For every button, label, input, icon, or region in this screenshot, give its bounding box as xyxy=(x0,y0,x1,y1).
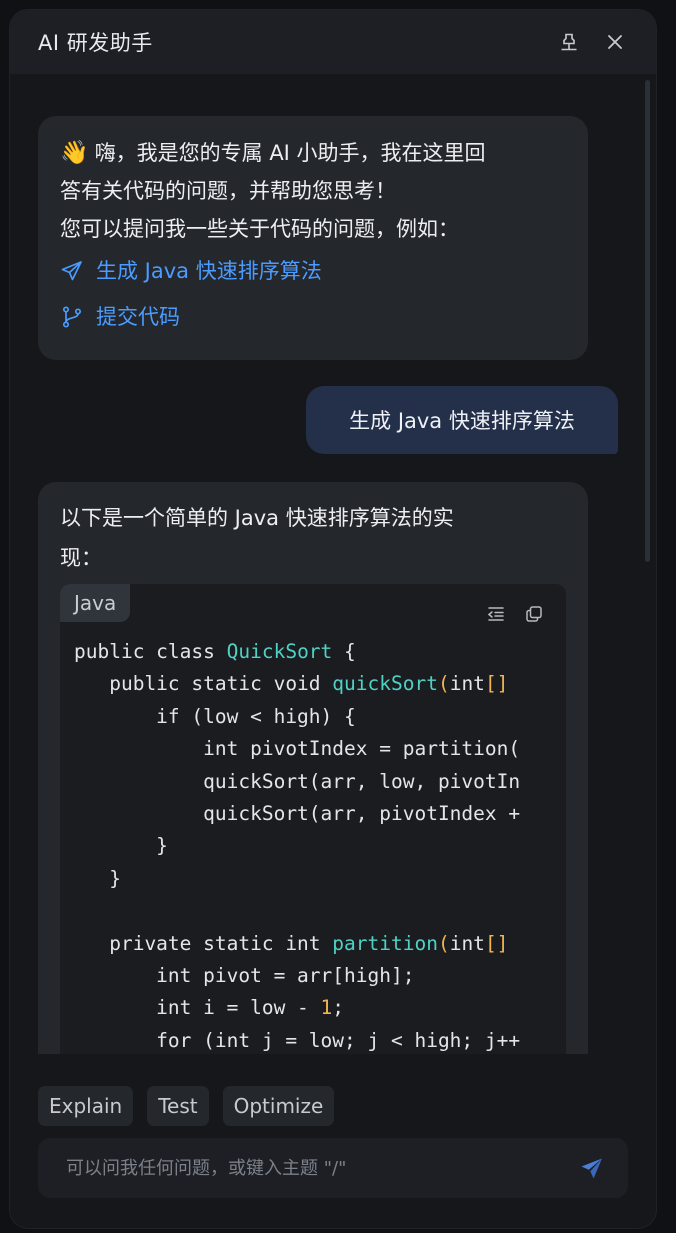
window-title: AI 研发助手 xyxy=(38,31,153,55)
optimize-button[interactable]: Optimize xyxy=(222,1086,335,1126)
test-button[interactable]: Test xyxy=(147,1086,209,1126)
welcome-line-1: 👋 嗨，我是您的专属 AI 小助手，我在这里回 xyxy=(60,140,486,166)
close-icon xyxy=(608,35,622,49)
suggestion-label: 提交代码 xyxy=(96,305,180,329)
welcome-line-2: 答有关代码的问题，并帮助您思考！ xyxy=(60,179,396,203)
code-block: Java public class QuickSort { public sta… xyxy=(60,584,566,1054)
send-button[interactable] xyxy=(580,1156,604,1180)
pin-icon xyxy=(561,33,577,51)
title-bar: AI 研发助手 xyxy=(10,10,656,74)
suggestion-commit[interactable]: 提交代码 xyxy=(60,294,568,340)
suggestion-label: 生成 Java 快速排序算法 xyxy=(96,259,322,283)
welcome-line-3: 您可以提问我一些关于代码的问题，例如： xyxy=(60,217,459,241)
git-branch-icon xyxy=(62,306,82,328)
assistant-window: AI 研发助手 👋 嗨，我是您的专属 AI 小助手，我在这里回 答有关代码的问题，… xyxy=(10,10,656,1228)
assistant-answer: 以下是一个简单的 Java 快速排序算法的实 现： Java public cl… xyxy=(38,482,588,1054)
pin-button[interactable] xyxy=(554,27,584,57)
explain-button[interactable]: Explain xyxy=(38,1086,134,1126)
suggestion-quicksort[interactable]: 生成 Java 快速排序算法 xyxy=(60,248,568,294)
user-message-text: 生成 Java 快速排序算法 xyxy=(349,409,575,433)
wrap-button[interactable] xyxy=(486,604,506,624)
code-content: public class QuickSort { public static v… xyxy=(74,640,521,1052)
send-icon xyxy=(581,1158,602,1179)
quick-actions: Explain Test Optimize xyxy=(38,1086,335,1126)
user-message: 生成 Java 快速排序算法 xyxy=(306,386,618,454)
message-input[interactable] xyxy=(66,1157,580,1179)
welcome-message: 👋 嗨，我是您的专属 AI 小助手，我在这里回 答有关代码的问题，并帮助您思考！ … xyxy=(38,116,588,360)
code-language-tag: Java xyxy=(60,584,131,622)
send-icon xyxy=(61,261,82,281)
copy-icon xyxy=(526,606,542,622)
answer-line-2: 现： xyxy=(60,546,102,570)
composer xyxy=(38,1138,628,1198)
copy-button[interactable] xyxy=(524,604,544,624)
code-toolbar xyxy=(486,604,544,624)
close-button[interactable] xyxy=(600,27,630,57)
chat-area: 👋 嗨，我是您的专属 AI 小助手，我在这里回 答有关代码的问题，并帮助您思考！ … xyxy=(10,74,656,1054)
wrap-icon xyxy=(487,607,504,621)
answer-line-1: 以下是一个简单的 Java 快速排序算法的实 xyxy=(60,506,454,530)
wave-emoji: 👋 xyxy=(60,140,89,166)
